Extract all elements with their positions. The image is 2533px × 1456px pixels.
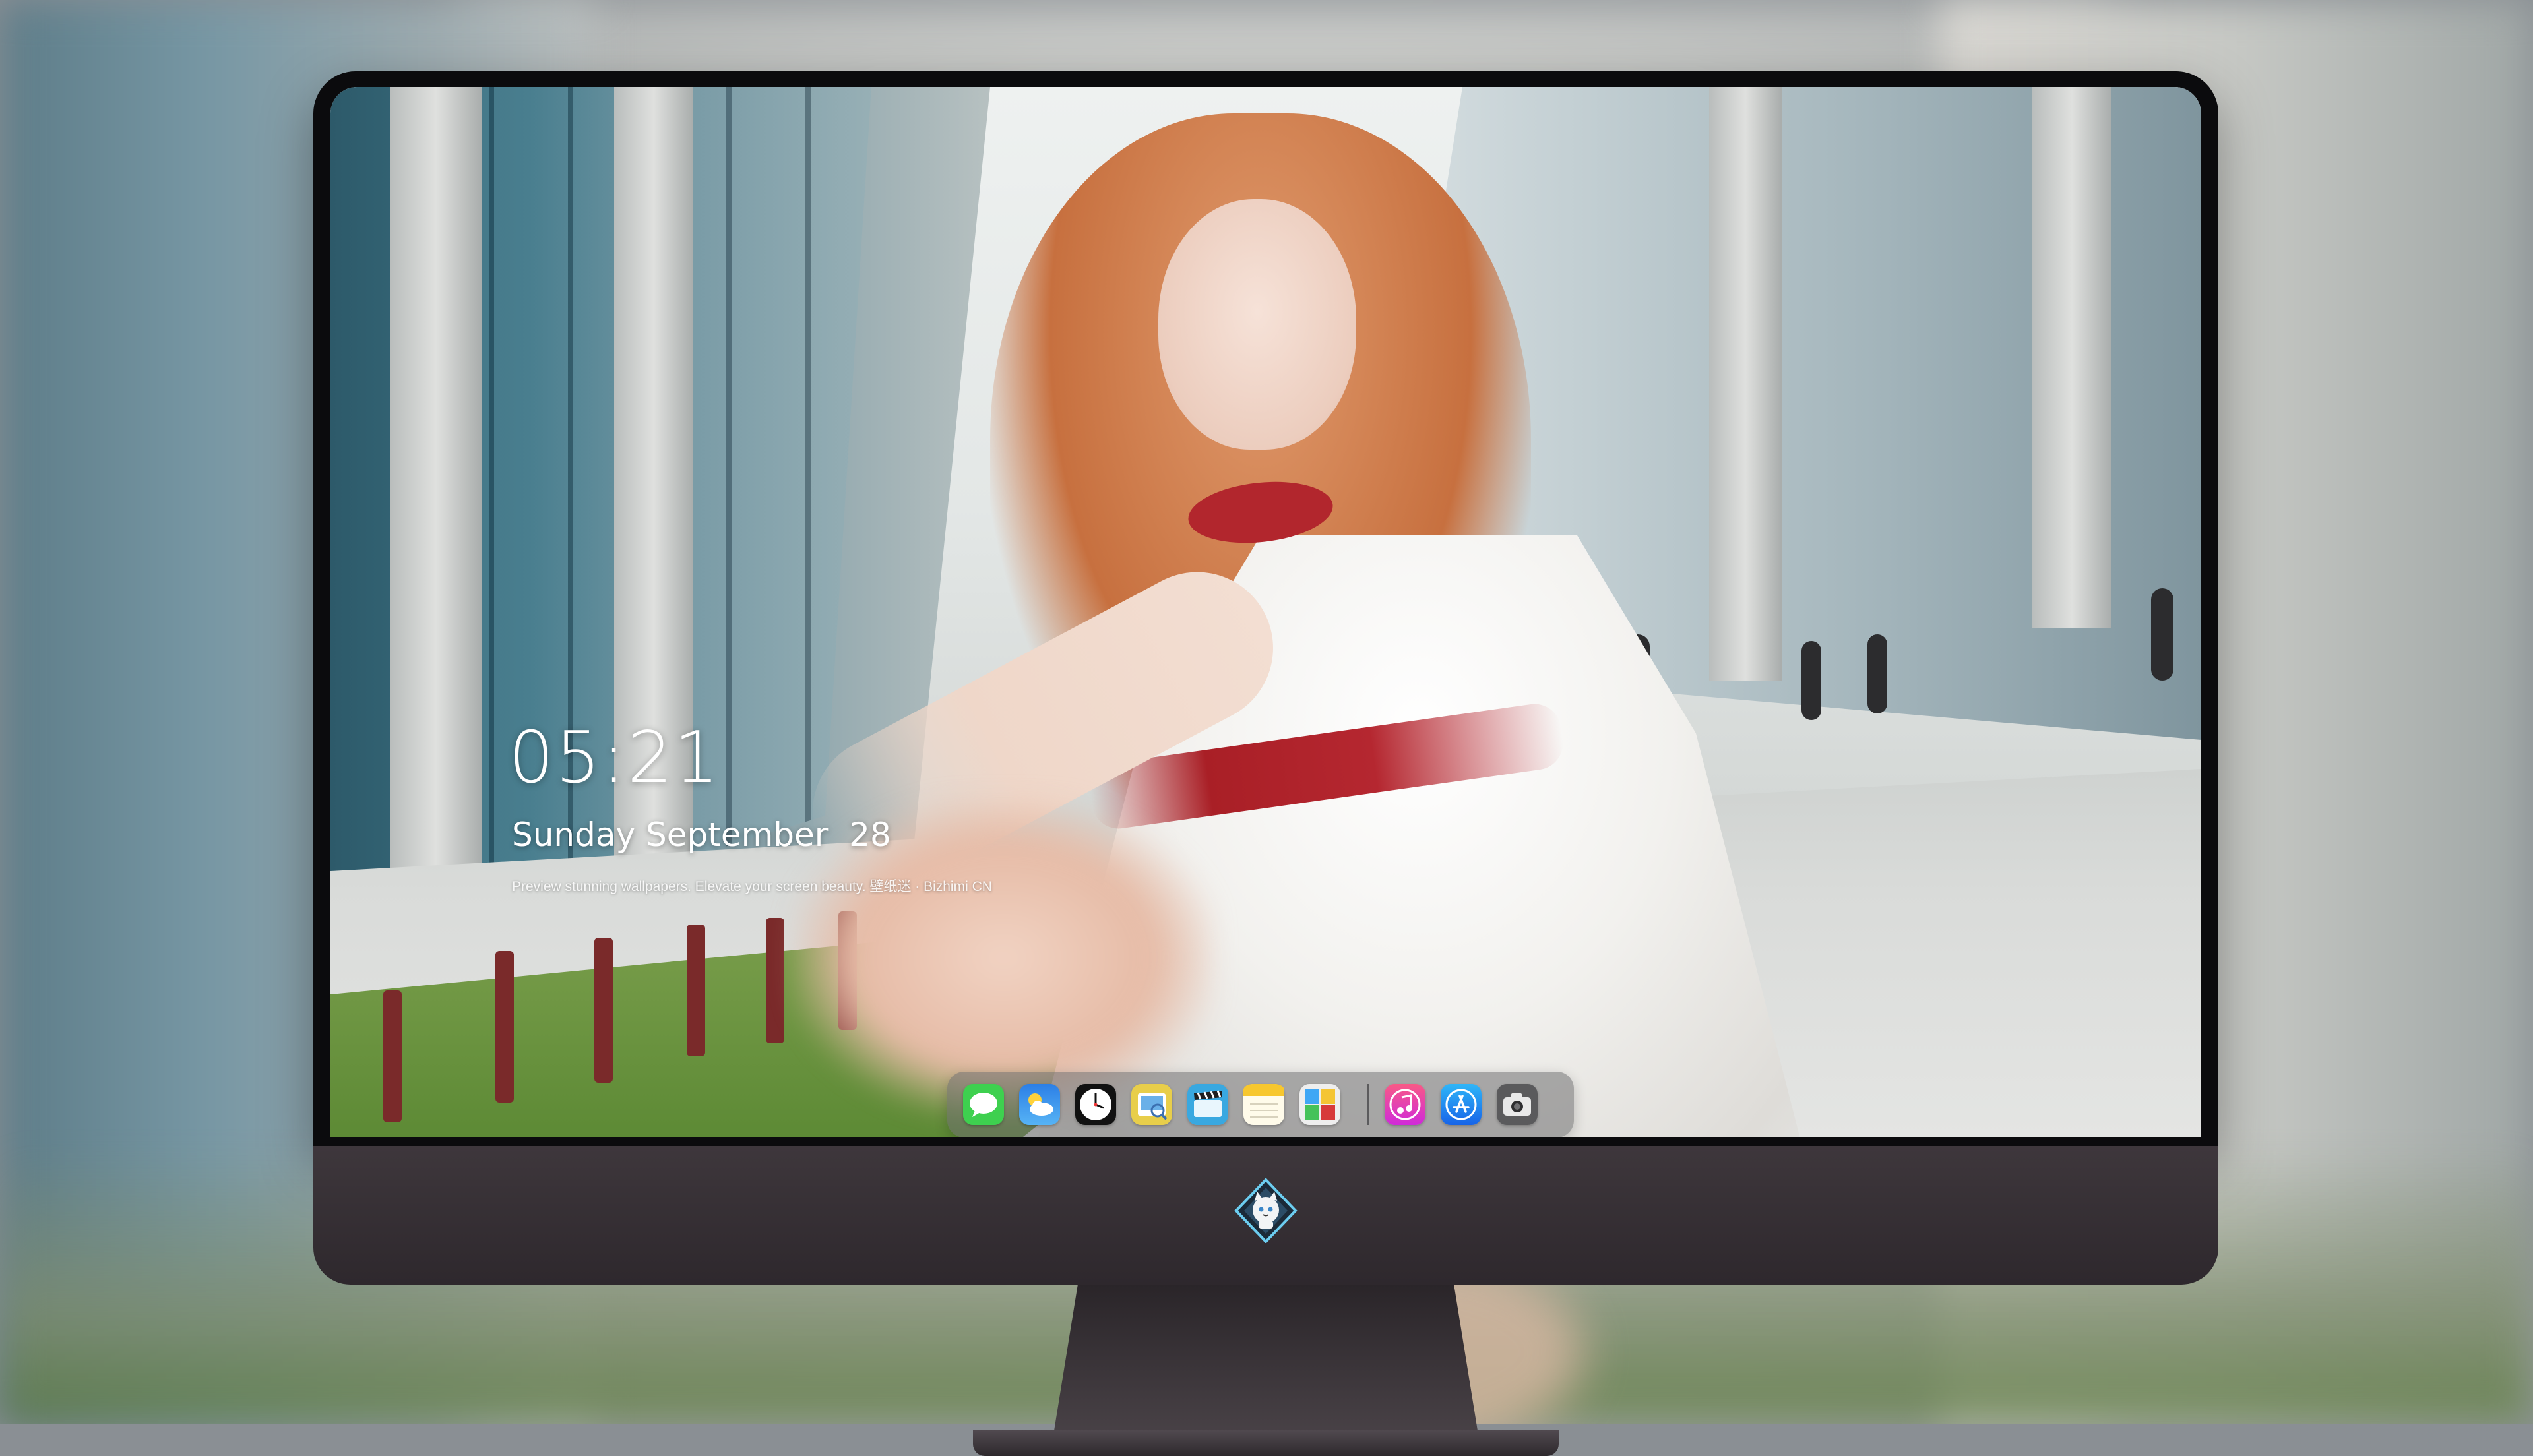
weather-icon	[1019, 1084, 1060, 1125]
lock-screen-date: Sunday September 28	[512, 816, 891, 854]
clips-icon	[1187, 1084, 1228, 1125]
monitor-stand-base	[973, 1430, 1559, 1456]
monitor-bezel: 05:21 Sunday September 28 Preview stunni…	[313, 71, 2218, 1146]
dock-app-photo-booth[interactable]	[1299, 1084, 1340, 1125]
dock-app-preview[interactable]	[1131, 1084, 1172, 1125]
music-icon	[1385, 1084, 1425, 1125]
messages-icon	[963, 1084, 1004, 1125]
dock-app-weather[interactable]	[1019, 1084, 1060, 1125]
monitor-stand	[1052, 1285, 1480, 1443]
dock-app-camera[interactable]	[1497, 1084, 1538, 1125]
lock-screen-clock: 05:21	[509, 717, 721, 799]
dock-app-clock[interactable]	[1075, 1084, 1116, 1125]
dock-app-app-store[interactable]	[1441, 1084, 1482, 1125]
dock-app-music[interactable]	[1385, 1084, 1425, 1125]
cat-mascot-logo-icon	[1234, 1178, 1298, 1244]
screen: 05:21 Sunday September 28 Preview stunni…	[330, 87, 2201, 1137]
dock-app-messages[interactable]	[963, 1084, 1004, 1125]
app-store-icon	[1441, 1084, 1482, 1125]
dock-app-clips[interactable]	[1187, 1084, 1228, 1125]
dock	[947, 1072, 1574, 1137]
photo-booth-icon	[1299, 1084, 1340, 1125]
dock-separator	[1367, 1084, 1369, 1125]
camera-icon	[1497, 1084, 1538, 1125]
monitor: 05:21 Sunday September 28 Preview stunni…	[313, 71, 2218, 1456]
notes-icon	[1243, 1084, 1284, 1125]
preview-icon	[1131, 1084, 1172, 1125]
clock-icon	[1075, 1084, 1116, 1125]
wallpaper-tagline: Preview stunning wallpapers. Elevate you…	[512, 879, 992, 894]
dock-app-notes[interactable]	[1243, 1084, 1284, 1125]
